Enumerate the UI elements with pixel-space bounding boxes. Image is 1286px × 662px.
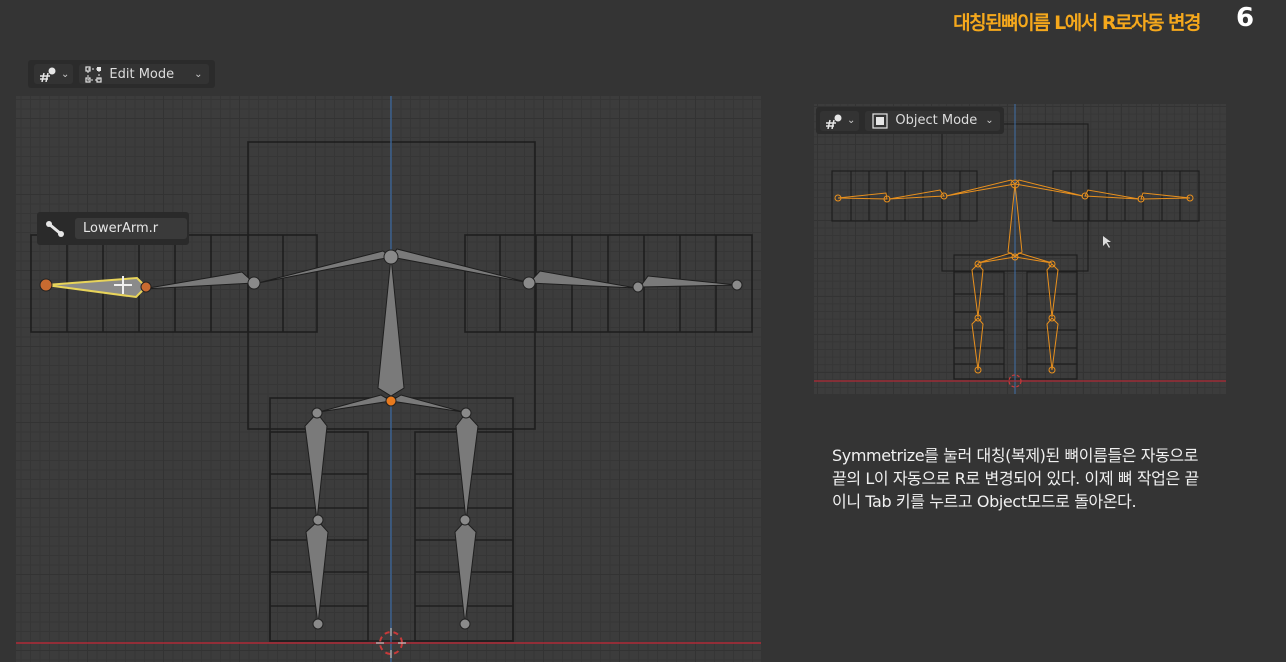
active-bone-label: LowerArm.r xyxy=(37,212,189,245)
armature-object-joints xyxy=(834,179,1194,374)
armature-bones xyxy=(142,248,738,625)
mode-selector[interactable]: Edit Mode ⌄ xyxy=(79,64,209,84)
armature-object-scene xyxy=(814,104,1226,394)
spine-bone xyxy=(377,256,405,397)
viewport-header: ⌄ Edit Mode ⌄ xyxy=(28,60,215,88)
selected-bone-lowerarm-r xyxy=(39,276,152,299)
armature-edit-scene xyxy=(16,96,761,662)
edit-mode-icon xyxy=(85,66,102,83)
mode-selector[interactable]: Object Mode ⌄ xyxy=(865,110,1000,131)
object-mode-icon xyxy=(872,112,888,129)
chevron-down-icon: ⌄ xyxy=(194,68,203,80)
description-text: Symmetrize를 눌러 대칭(복제)된 뼈이름들은 자동으로 끝의 L이 … xyxy=(832,446,1199,511)
upper-arm-bone-r xyxy=(527,270,637,289)
main-3d-viewport[interactable] xyxy=(16,96,761,662)
shoulder-bone-l xyxy=(257,250,393,284)
mode-label: Object Mode xyxy=(895,113,978,128)
armature-menu-button[interactable]: ⌄ xyxy=(34,64,74,84)
root-joint xyxy=(385,395,397,407)
armature-object-bones xyxy=(837,179,1191,371)
chevron-down-icon: ⌄ xyxy=(847,115,856,126)
object-viewport-header: ⌄ Object Mode ⌄ xyxy=(816,107,1004,134)
slide-title: 대칭된뼈이름 L에서 R로자동 변경 xyxy=(953,12,1201,34)
lower-arm-bone-r xyxy=(639,275,738,288)
chevron-down-icon: ⌄ xyxy=(985,115,994,126)
bone-icon xyxy=(46,220,64,237)
shoulder-bone-r xyxy=(390,248,531,284)
mouse-pointer-icon xyxy=(1103,236,1111,248)
page-number: 6 xyxy=(1236,3,1255,33)
thigh-bone-r xyxy=(455,412,479,521)
armature-menu-button[interactable]: ⌄ xyxy=(820,110,860,131)
bone-name-field[interactable]: LowerArm.r xyxy=(75,218,187,239)
chevron-down-icon: ⌄ xyxy=(61,68,70,80)
object-mode-viewport[interactable] xyxy=(814,104,1226,394)
mode-label: Edit Mode xyxy=(109,66,175,82)
thigh-bone-l xyxy=(304,412,328,521)
armature-icon xyxy=(826,114,842,129)
armature-icon xyxy=(40,67,56,82)
upper-arm-bone-l xyxy=(142,271,256,290)
